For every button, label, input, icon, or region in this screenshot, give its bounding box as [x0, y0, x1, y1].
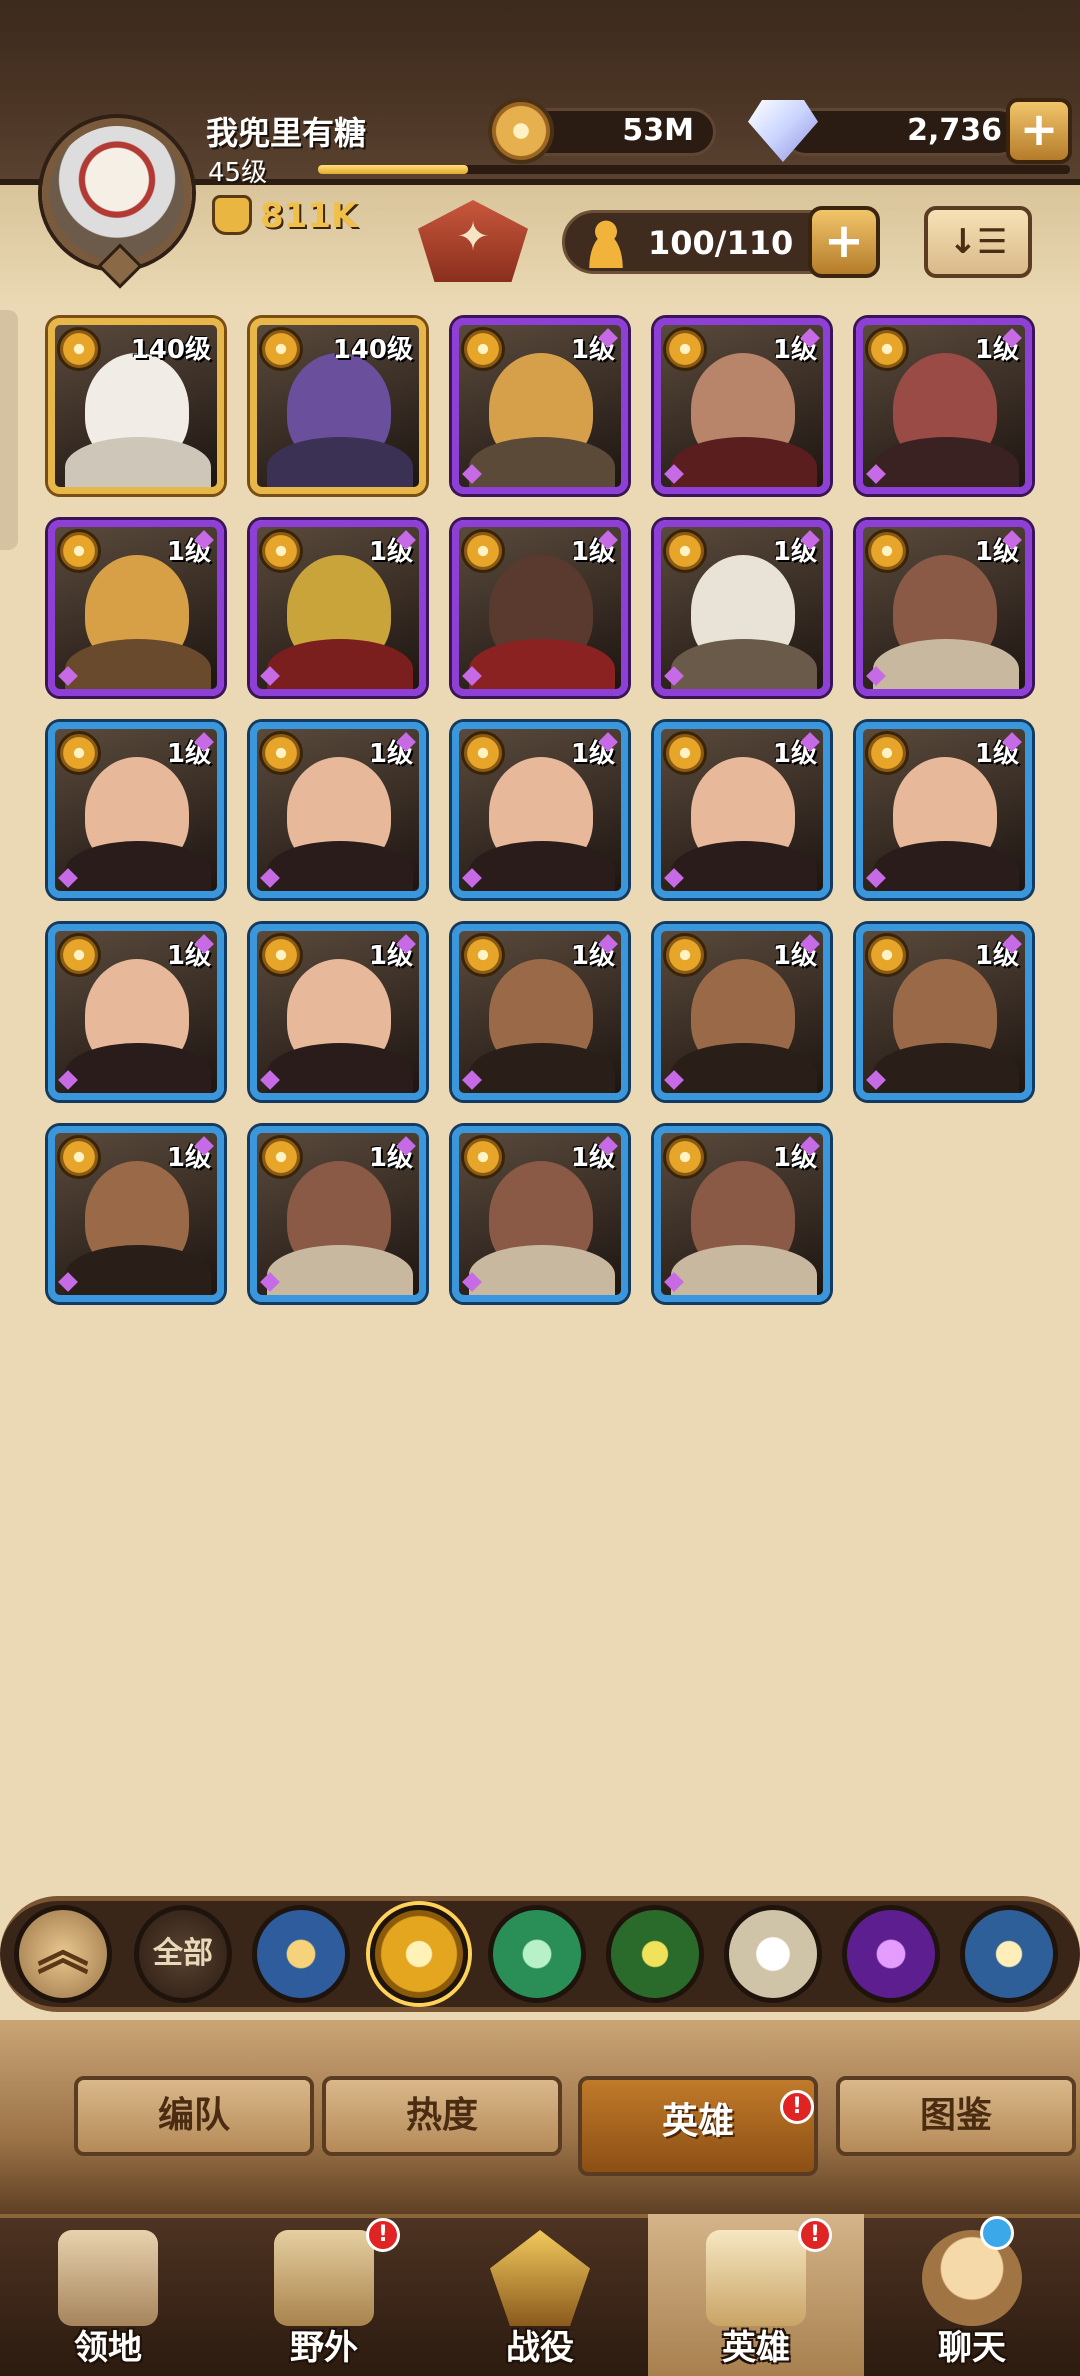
- dimensional-icon[interactable]: [960, 1905, 1058, 2003]
- helmet-icon: [706, 2230, 806, 2326]
- hero-card[interactable]: 1级: [654, 318, 830, 494]
- player-name: 我兜里有糖: [206, 114, 367, 152]
- hero-card[interactable]: 1级: [856, 722, 1032, 898]
- castle-icon: [58, 2230, 158, 2326]
- hero-card[interactable]: 1级: [452, 924, 628, 1100]
- hero-card[interactable]: 1级: [654, 722, 830, 898]
- hero-card[interactable]: 1级: [48, 1126, 224, 1302]
- hero-card[interactable]: 1级: [48, 924, 224, 1100]
- wilder-icon[interactable]: [488, 1905, 586, 2003]
- hypogean-icon[interactable]: [842, 1905, 940, 2003]
- notification-badge: !: [798, 2218, 832, 2252]
- lightbearer-icon[interactable]: [252, 1905, 350, 2003]
- mauler-faction-icon: [57, 1135, 101, 1179]
- hero-card[interactable]: 1级: [856, 924, 1032, 1100]
- mauler-faction-icon: [865, 327, 909, 371]
- crossed-swords-icon: [490, 2230, 590, 2326]
- mauler-faction-icon: [57, 327, 101, 371]
- celestial-icon[interactable]: [724, 1905, 822, 2003]
- filter-all-button[interactable]: 全部: [134, 1905, 232, 2003]
- power-value: 811K: [260, 196, 358, 236]
- mauler-faction-icon: [259, 731, 303, 775]
- graveborn-icon[interactable]: [606, 1905, 704, 2003]
- nav-territory[interactable]: 领地: [0, 2214, 216, 2376]
- hero-grid: 140级 140级 1级 1级 1级 1级 1级 1级 1级 1级 1级 1级 1级 1级 1级 1级 1级 1级…: [48, 318, 1038, 1302]
- hero-card[interactable]: 1级: [654, 520, 830, 696]
- hero-card[interactable]: 1级: [48, 722, 224, 898]
- xp-fill: [318, 165, 469, 174]
- gold-value: 53M: [622, 113, 694, 148]
- mauler-faction-icon: [259, 529, 303, 573]
- xp-bar: [318, 165, 1070, 174]
- tab-popularity[interactable]: 热度: [322, 2076, 562, 2156]
- hero-card[interactable]: 1级: [250, 722, 426, 898]
- player-avatar[interactable]: [42, 118, 192, 268]
- person-icon: [580, 216, 632, 268]
- hero-card[interactable]: 1级: [452, 722, 628, 898]
- mauler-faction-icon: [259, 327, 303, 371]
- mauler-faction-icon: [461, 933, 505, 977]
- hero-card[interactable]: 1级: [856, 318, 1032, 494]
- mauler-faction-icon: [663, 1135, 707, 1179]
- expand-roster-button[interactable]: +: [808, 206, 880, 278]
- mauler-faction-icon: [461, 1135, 505, 1179]
- sort-button[interactable]: ↓☰: [924, 206, 1032, 278]
- mauler-faction-icon: [461, 327, 505, 371]
- nav-label: 野外: [290, 2328, 358, 2368]
- mauler-faction-icon: [865, 529, 909, 573]
- add-gems-button[interactable]: +: [1006, 98, 1072, 164]
- hero-card[interactable]: 1级: [250, 520, 426, 696]
- hero-card[interactable]: 140级: [48, 318, 224, 494]
- tab-codex[interactable]: 图鉴: [836, 2076, 1076, 2156]
- gem-value: 2,736: [907, 113, 1002, 148]
- hero-card[interactable]: 1级: [48, 520, 224, 696]
- mauler-faction-icon: [663, 529, 707, 573]
- hero-card[interactable]: 1级: [856, 520, 1032, 696]
- chat-notification-dot: [980, 2216, 1014, 2250]
- hero-card[interactable]: 1级: [452, 1126, 628, 1302]
- mauler-faction-icon: [461, 731, 505, 775]
- map-scroll-icon: [274, 2230, 374, 2326]
- tab-formation[interactable]: 编队: [74, 2076, 314, 2156]
- hero-card[interactable]: 1级: [654, 924, 830, 1100]
- mauler-faction-icon: [259, 933, 303, 977]
- hero-card[interactable]: 140级: [250, 318, 426, 494]
- mauler-faction-icon: [865, 731, 909, 775]
- hero-card[interactable]: 1级: [654, 1126, 830, 1302]
- mauler-faction-icon: [865, 933, 909, 977]
- mauler-faction-icon: [259, 1135, 303, 1179]
- fist-power-icon: [212, 195, 252, 235]
- mauler-faction-icon: [57, 529, 101, 573]
- mauler-faction-icon: [663, 933, 707, 977]
- notification-badge: !: [366, 2218, 400, 2252]
- nav-chat[interactable]: 聊天: [864, 2214, 1080, 2376]
- hero-card[interactable]: 1级: [250, 1126, 426, 1302]
- hero-level: 140级: [130, 335, 211, 365]
- nav-label: 聊天: [938, 2328, 1006, 2368]
- hero-card[interactable]: 1级: [452, 520, 628, 696]
- side-handle[interactable]: [0, 310, 18, 550]
- mauler-faction-icon: [663, 327, 707, 371]
- mauler-faction-icon: [663, 731, 707, 775]
- emblem-star-icon: ✦: [456, 214, 490, 260]
- nav-label: 领地: [74, 2328, 142, 2368]
- hero-card[interactable]: 1级: [250, 924, 426, 1100]
- notification-badge: !: [780, 2090, 814, 2124]
- mauler-faction-icon: [57, 933, 101, 977]
- roster-capacity: 100/110: [648, 224, 794, 262]
- gold-coin-icon: [488, 98, 554, 164]
- hero-card[interactable]: 1级: [452, 318, 628, 494]
- tab-heroes[interactable]: 英雄: [578, 2076, 818, 2176]
- nav-label: 战役: [506, 2328, 574, 2368]
- mauler-faction-icon: [57, 731, 101, 775]
- mauler-icon[interactable]: [370, 1905, 468, 2003]
- collapse-filter-button[interactable]: ︽: [14, 1905, 112, 2003]
- nav-label: 英雄: [722, 2328, 790, 2368]
- mauler-faction-icon: [461, 529, 505, 573]
- hero-level: 140级: [332, 335, 413, 365]
- player-level: 45级: [208, 158, 268, 188]
- nav-campaign[interactable]: 战役: [432, 2214, 648, 2376]
